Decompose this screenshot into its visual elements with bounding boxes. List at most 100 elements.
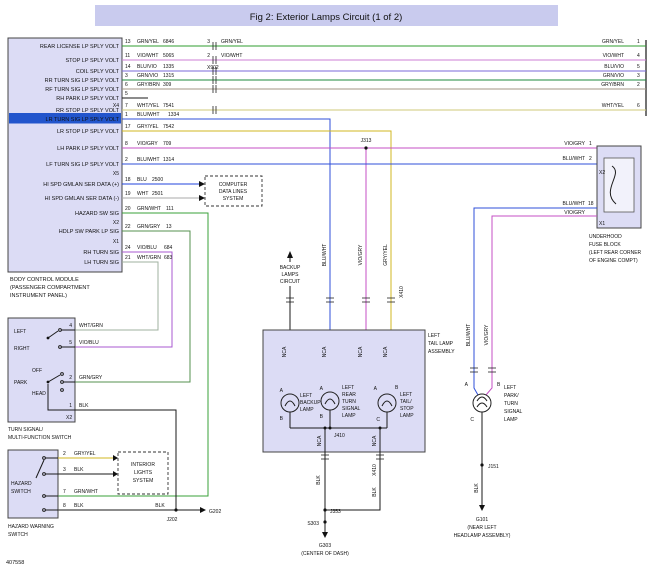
- wire-name: VIO/WHT: [603, 53, 624, 59]
- nca-label: NCA: [358, 346, 364, 357]
- svg-text:COMPUTER: COMPUTER: [219, 182, 248, 188]
- ground-arrow-icon: [200, 507, 206, 513]
- wire-name: BLU/VIO: [137, 64, 157, 70]
- svg-text:LIGHTS: LIGHTS: [134, 470, 153, 476]
- pin: 3: [637, 73, 640, 79]
- circuit-number: 7542: [163, 124, 174, 130]
- pin: 5: [69, 340, 72, 346]
- filament: [477, 403, 487, 407]
- circuit-number: 2501: [152, 191, 163, 197]
- pin: 20: [125, 206, 131, 212]
- lamp-caption: REAR: [342, 392, 356, 398]
- doc-number: 407558: [6, 560, 24, 566]
- wire-vio-gry-to-park-lamp: [486, 216, 597, 395]
- lamp-caption: LAMP: [300, 407, 314, 413]
- lamp-caption: SIGNAL: [342, 406, 361, 412]
- bcm-row-label: HI SPD GMLAN SER DATA (-): [45, 196, 120, 202]
- lamp-caption: LAMP: [400, 413, 414, 419]
- lamp-caption: SIGNAL: [504, 409, 523, 415]
- wire-name-vertical: BLK: [316, 475, 322, 485]
- bcm-connector-x1: X1: [113, 239, 119, 245]
- svg-text:BACKUP: BACKUP: [280, 265, 301, 271]
- pin: 1: [125, 112, 128, 118]
- fuse-block-caption: FUSE BLOCK: [589, 242, 621, 248]
- lamp-caption: STOP: [400, 406, 414, 412]
- lamp-caption: BACKUP: [300, 400, 321, 406]
- bcm-row-label: RR TURN SIG LP SPLY VOLT: [45, 78, 120, 84]
- pivot: [47, 381, 50, 384]
- circuit-number: 2500: [152, 177, 163, 183]
- svg-text:INTERIOR: INTERIOR: [131, 462, 155, 468]
- wire-name-vertical: BLK: [372, 487, 378, 497]
- pin: 1: [69, 403, 72, 409]
- svg-text:LAMPS: LAMPS: [282, 272, 300, 278]
- wire-blk-switch-ground: [75, 410, 176, 510]
- pin: 6: [125, 82, 128, 88]
- pin: 22: [125, 224, 131, 230]
- bcm-row-label: RR STOP LP SPLY VOLT: [56, 108, 120, 114]
- wire-name-vertical: VIO/GRY: [484, 324, 490, 345]
- wire-name: GRN/WHT: [137, 206, 161, 212]
- pin: 5: [637, 64, 640, 70]
- lamp-caption: LAMP: [342, 413, 356, 419]
- bcm-row-label: RH TURN SIG: [83, 250, 119, 256]
- pin: 1: [637, 39, 640, 45]
- switch-caption: TURN SIGNAL/: [8, 427, 44, 433]
- pin: 4: [637, 53, 640, 59]
- ground-location: HEADLAMP ASSEMBLY): [454, 533, 511, 539]
- circuit-number: 1314: [163, 157, 174, 163]
- nca-label: NCA: [372, 435, 378, 446]
- wire-name: BLK: [79, 403, 89, 409]
- pin-letter: B: [497, 382, 501, 388]
- bcm-caption: (PASSENGER COMPARTMENT: [10, 285, 90, 291]
- connector-label-x902: X902: [207, 65, 219, 71]
- wire-name-vertical: BLK: [474, 483, 480, 493]
- wire-name-vertical: BLU/WHT: [322, 244, 328, 267]
- fuse-element-box: [604, 158, 634, 212]
- connector-label-x410: X410: [399, 286, 405, 298]
- pin: 24: [125, 245, 131, 251]
- position-label: PARK: [14, 380, 28, 386]
- interior-lights-box: INTERIOR LIGHTS SYSTEM: [118, 452, 168, 494]
- wire-name: GRN/YEL: [602, 39, 624, 45]
- bcm-caption: BODY CONTROL MODULE: [10, 277, 79, 283]
- wire-name: GRN/GRY: [137, 224, 161, 230]
- circuit-number: 683: [164, 255, 173, 261]
- wire-name: GRN/GRY: [79, 375, 103, 381]
- right-edge-labels: GRN/YEL 1 VIO/WHT 4 BLU/VIO 5 GRN/VIO 3 …: [601, 39, 640, 109]
- junction-label-j410: J410: [334, 433, 345, 439]
- inner-label: HAZARD: [11, 481, 32, 487]
- junction-j151: [480, 463, 483, 466]
- svg-text:DATA LINES: DATA LINES: [219, 189, 248, 195]
- wire-name: WHT: [137, 191, 148, 197]
- wire-name: GRN/YEL: [221, 39, 243, 45]
- ground-location: (NEAR LEFT: [467, 525, 496, 531]
- assembly-caption: LEFT: [428, 333, 440, 339]
- pin: 7: [125, 103, 128, 109]
- wire-name: VIO/BLU: [137, 245, 157, 251]
- pin: 18: [125, 177, 131, 183]
- circuit-number: 1334: [168, 112, 179, 118]
- wire-name: VIO/WHT: [137, 53, 158, 59]
- bcm-row-label-highlighted: LR TURN SIG LP SPLY VOLT: [46, 117, 120, 123]
- bcm-row-label: RF TURN SIG LP SPLY VOLT: [45, 87, 119, 93]
- wire-name-vertical: GRY/YEL: [383, 244, 389, 266]
- up-arrow-icon: [287, 251, 293, 258]
- wire-name: GRY/YEL: [74, 451, 96, 457]
- wire-name: VIO/GRY: [564, 141, 585, 147]
- svg-text:CIRCUIT: CIRCUIT: [280, 279, 300, 285]
- arrow-icon: [199, 195, 205, 201]
- wire-name-vertical: BLU/WHT: [466, 324, 472, 347]
- pin: 8: [63, 503, 66, 509]
- fuse-block-caption: OF ENGINE COMPT): [589, 258, 638, 264]
- wire-name: BLU/WHT: [563, 156, 586, 162]
- assembly-caption: TAIL LAMP: [428, 341, 454, 347]
- filament: [477, 397, 487, 401]
- wire-name: VIO/GRY: [137, 141, 158, 147]
- wire-name: GRY/BRN: [601, 82, 624, 88]
- junction-j353: [323, 508, 326, 511]
- wire-name: GRN/WHT: [74, 489, 98, 495]
- wire-name: VIO/GRY: [564, 210, 585, 216]
- pin-letter: C: [376, 417, 380, 423]
- wire-name: BLK: [74, 467, 84, 473]
